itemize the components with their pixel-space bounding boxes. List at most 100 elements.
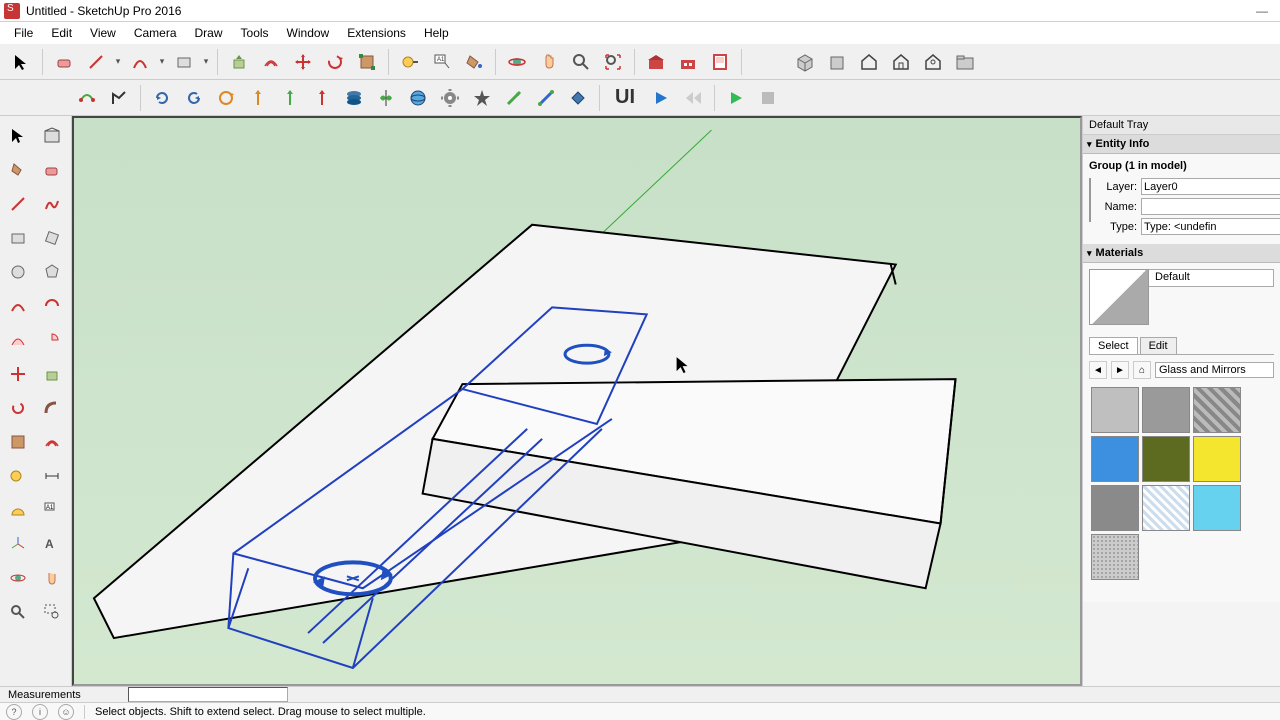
pencil-icon[interactable] <box>2 188 34 220</box>
minimize-icon[interactable]: — <box>1256 4 1268 18</box>
swatch-blue-glass[interactable] <box>1091 436 1139 482</box>
box-icon[interactable] <box>822 47 852 77</box>
materials-tab-select[interactable]: Select <box>1089 337 1138 354</box>
stop-icon[interactable] <box>753 83 783 113</box>
pan2-icon[interactable] <box>36 562 68 594</box>
menu-file[interactable]: File <box>6 24 41 42</box>
layer-input[interactable] <box>1141 178 1280 195</box>
pan-icon[interactable] <box>534 47 564 77</box>
swatch-cyan[interactable] <box>1193 485 1241 531</box>
arc1-icon[interactable] <box>2 290 34 322</box>
orbit-icon[interactable] <box>502 47 532 77</box>
scale2-icon[interactable] <box>2 426 34 458</box>
type-input[interactable] <box>1141 218 1280 235</box>
cycle-icon[interactable] <box>211 83 241 113</box>
diagonal-blue-icon[interactable] <box>531 83 561 113</box>
tape-measure-icon[interactable] <box>395 47 425 77</box>
swatch-gray-glass[interactable] <box>1091 387 1139 433</box>
move2-icon[interactable] <box>2 358 34 390</box>
tape2-icon[interactable] <box>2 460 34 492</box>
gear-icon[interactable] <box>435 83 465 113</box>
arc-tool-icon[interactable] <box>125 47 155 77</box>
axis-x-icon[interactable] <box>307 83 337 113</box>
materials-category[interactable]: Glass and Mirrors <box>1155 362 1274 378</box>
play2-icon[interactable] <box>721 83 751 113</box>
entity-thumbnail[interactable] <box>1089 178 1091 222</box>
rectangle-tool-icon[interactable] <box>169 47 199 77</box>
zoom-extents-icon[interactable] <box>598 47 628 77</box>
diamond-icon[interactable] <box>563 83 593 113</box>
swatch-dark-glass[interactable] <box>1142 387 1190 433</box>
house3-icon[interactable] <box>918 47 948 77</box>
push-pull-icon[interactable] <box>224 47 254 77</box>
layout-icon[interactable] <box>705 47 735 77</box>
zoom-icon[interactable] <box>566 47 596 77</box>
line-dropdown-icon[interactable]: ▾ <box>113 56 123 67</box>
text2-icon[interactable]: A1 <box>36 494 68 526</box>
line-tool-icon[interactable] <box>81 47 111 77</box>
zoomwin-icon[interactable] <box>36 596 68 628</box>
arc2-icon[interactable] <box>36 290 68 322</box>
menu-window[interactable]: Window <box>279 24 338 42</box>
arc-dropdown-icon[interactable]: ▾ <box>157 56 167 67</box>
mirror-icon[interactable] <box>371 83 401 113</box>
entity-info-header[interactable]: Entity Info <box>1083 135 1280 154</box>
orbit2-icon[interactable] <box>2 562 34 594</box>
star-icon[interactable] <box>467 83 497 113</box>
swatch-noise[interactable] <box>1091 534 1139 580</box>
refresh2-icon[interactable] <box>179 83 209 113</box>
eraser2-icon[interactable] <box>36 154 68 186</box>
rotate-icon[interactable] <box>320 47 350 77</box>
select-icon[interactable] <box>2 120 34 152</box>
play-icon[interactable] <box>646 83 676 113</box>
menu-edit[interactable]: Edit <box>43 24 80 42</box>
status-info-icon[interactable]: i <box>32 704 48 720</box>
folder-icon[interactable] <box>950 47 980 77</box>
zoom2-icon[interactable] <box>2 596 34 628</box>
name-input[interactable] <box>1141 198 1280 215</box>
measurements-input[interactable] <box>128 687 288 702</box>
extension-warehouse-icon[interactable] <box>673 47 703 77</box>
eraser-icon[interactable] <box>49 47 79 77</box>
text-icon[interactable]: A1 <box>427 47 457 77</box>
menu-help[interactable]: Help <box>416 24 457 42</box>
globe-icon[interactable] <box>403 83 433 113</box>
material-current-thumb[interactable] <box>1089 269 1149 325</box>
arc3-icon[interactable] <box>2 324 34 356</box>
pie-icon[interactable] <box>36 324 68 356</box>
component-icon[interactable] <box>36 120 68 152</box>
circle-icon[interactable] <box>2 256 34 288</box>
paint-bucket-icon[interactable] <box>459 47 489 77</box>
menu-tools[interactable]: Tools <box>233 24 277 42</box>
materials-header[interactable]: Materials <box>1083 244 1280 263</box>
status-help-icon[interactable]: ? <box>6 704 22 720</box>
offset2-icon[interactable] <box>36 426 68 458</box>
select-tool-icon[interactable] <box>6 47 36 77</box>
3dtext-icon[interactable]: A <box>36 528 68 560</box>
polygon-icon[interactable] <box>36 256 68 288</box>
axis-y-icon[interactable] <box>275 83 305 113</box>
menu-draw[interactable]: Draw <box>187 24 231 42</box>
dynamic-draw-icon[interactable] <box>72 83 102 113</box>
freehand-icon[interactable] <box>36 188 68 220</box>
status-person-icon[interactable]: ☺ <box>58 704 74 720</box>
pushpull2-icon[interactable] <box>36 358 68 390</box>
materials-tab-edit[interactable]: Edit <box>1140 337 1177 354</box>
ui-label-icon[interactable]: UI <box>606 83 644 113</box>
rotrect-icon[interactable] <box>36 222 68 254</box>
path-icon[interactable] <box>104 83 134 113</box>
menu-extensions[interactable]: Extensions <box>339 24 414 42</box>
rotate2-icon[interactable] <box>2 392 34 424</box>
diagonal-green-icon[interactable] <box>499 83 529 113</box>
rewind-icon[interactable] <box>678 83 708 113</box>
axes-icon[interactable] <box>2 528 34 560</box>
materials-back-icon[interactable]: ◄ <box>1089 361 1107 379</box>
materials-forward-icon[interactable]: ► <box>1111 361 1129 379</box>
menu-camera[interactable]: Camera <box>126 24 185 42</box>
warehouse-icon[interactable] <box>641 47 671 77</box>
swatch-yellow[interactable] <box>1193 436 1241 482</box>
swatch-mirror-tile[interactable] <box>1193 387 1241 433</box>
protractor-icon[interactable] <box>2 494 34 526</box>
offset-icon[interactable] <box>256 47 286 77</box>
menu-view[interactable]: View <box>82 24 124 42</box>
